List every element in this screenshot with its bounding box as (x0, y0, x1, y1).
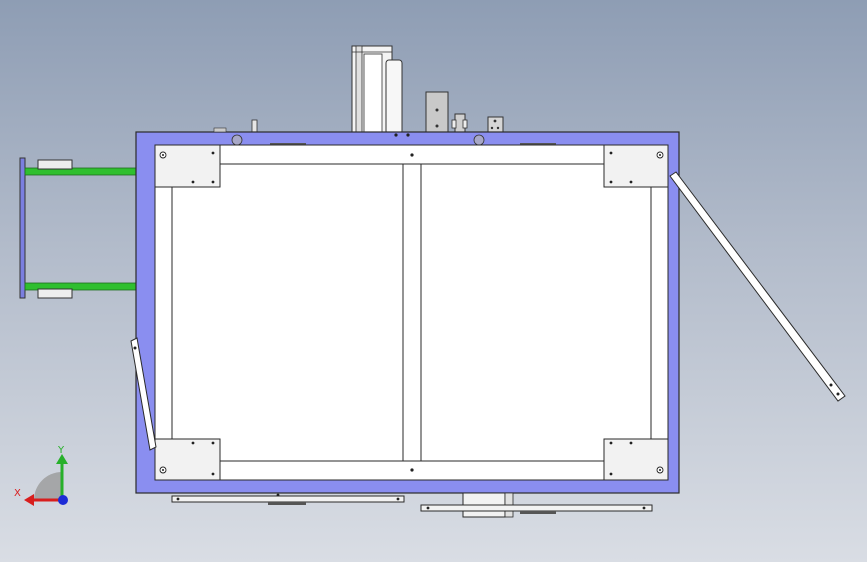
left-panel[interactable] (171, 163, 404, 462)
bottom-slide-left[interactable] (171, 493, 405, 505)
y-axis-label: Y (57, 445, 65, 456)
x-axis-arrowhead (24, 494, 34, 506)
x-axis-label: X (14, 488, 21, 499)
corner-plate-bottom-left[interactable] (154, 438, 221, 481)
switch-block[interactable] (487, 116, 504, 134)
motor-mount-plate[interactable] (425, 91, 449, 135)
top-column-assembly[interactable] (351, 45, 403, 135)
z-axis-indicator (58, 495, 68, 505)
diagonal-rod-right[interactable] (669, 171, 846, 402)
orientation-triad: Y X (14, 445, 68, 506)
right-panel[interactable] (420, 163, 652, 462)
small-pin[interactable] (251, 119, 258, 134)
corner-plate-top-left[interactable] (154, 144, 221, 188)
corner-plate-bottom-right[interactable] (603, 438, 669, 481)
cad-viewport[interactable]: Y X (0, 0, 867, 562)
left-side-plate[interactable] (19, 157, 26, 299)
arm-clamp-upper[interactable] (37, 159, 73, 170)
corner-plate-top-right[interactable] (603, 144, 669, 188)
arm-clamp-lower[interactable] (37, 288, 73, 299)
triad-plane-shade (34, 472, 62, 500)
bottom-slide-right[interactable] (420, 504, 653, 514)
sensor-bracket[interactable] (451, 113, 468, 133)
assembly-drawing: Y X (14, 45, 846, 518)
